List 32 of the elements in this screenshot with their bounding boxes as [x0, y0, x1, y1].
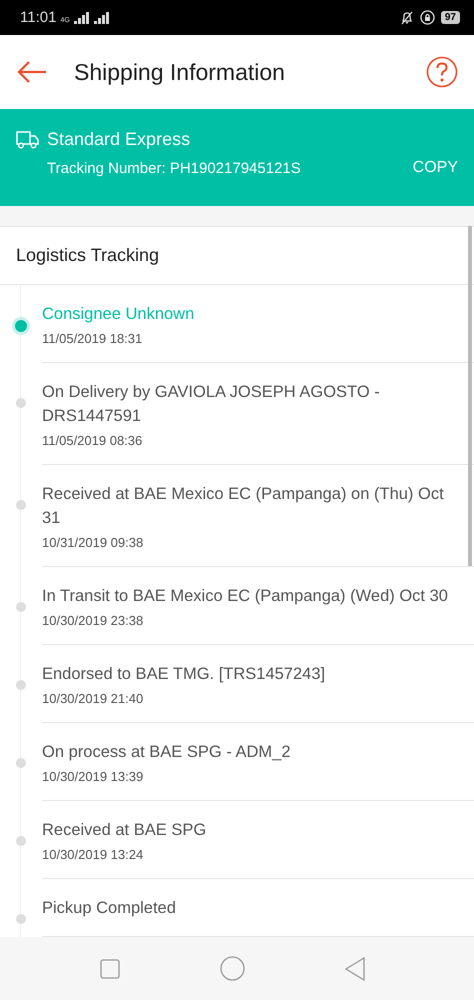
- event-time: 10/30/2019 23:38: [42, 613, 144, 628]
- recent-apps-icon[interactable]: [100, 958, 120, 978]
- service-name: Standard Express: [47, 129, 190, 150]
- help-icon[interactable]: [426, 56, 458, 88]
- event-time: 10/30/2019 13:39: [42, 769, 144, 784]
- event-description: In Transit to BAE Mexico EC (Pampanga) (Wed) Oct 30: [42, 586, 449, 607]
- event-description: Pickup Completed: [42, 898, 177, 919]
- signal-icon: [74, 12, 90, 24]
- event-description: On Delivery by GAVIOLA JOSEPH AGOSTO - DRS1447591: [42, 382, 381, 427]
- tracking-number: Tracking Number: PH190217945121S: [47, 160, 302, 176]
- event-description: Received at BAE Mexico EC (Pampanga) on (Thu) Oct 31: [42, 484, 445, 529]
- clock-time: 11:01: [20, 9, 56, 26]
- event-time: 11/05/2019 18:31: [42, 331, 144, 346]
- back-arrow-icon[interactable]: [16, 60, 47, 84]
- section-title: Logistics Tracking: [16, 245, 160, 266]
- home-icon[interactable]: [220, 956, 244, 981]
- event-description: Consignee Unknown: [42, 304, 196, 325]
- bell-off-icon: [400, 10, 414, 24]
- lock-icon: [420, 10, 435, 25]
- event-time: 10/30/2019 21:40: [42, 691, 144, 706]
- signal-icon: [94, 12, 110, 24]
- copy-button[interactable]: COPY: [412, 155, 458, 181]
- battery-level: 97: [440, 11, 460, 24]
- event-description: Endorsed to BAE TMG. [TRS1457243]: [42, 664, 326, 685]
- truck-icon: [16, 130, 39, 149]
- page-title: Shipping Information: [74, 58, 286, 86]
- back-icon[interactable]: [344, 956, 364, 980]
- event-time: 10/31/2019 09:38: [42, 535, 144, 550]
- event-description: On process at BAE SPG - ADM_2: [42, 742, 292, 763]
- event-description: Received at BAE SPG: [42, 820, 208, 841]
- event-time: 10/30/2019 13:24: [42, 847, 144, 862]
- event-time: 11/05/2019 08:36: [42, 433, 144, 448]
